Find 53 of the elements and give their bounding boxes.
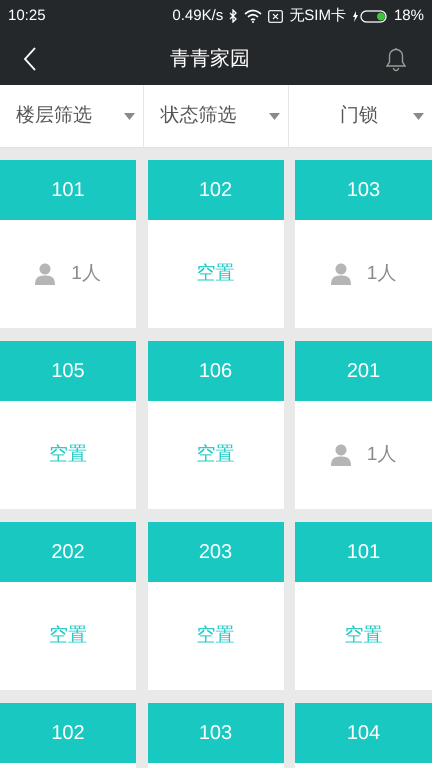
room-number: 103 xyxy=(198,721,232,746)
dropdown-caret-icon xyxy=(412,112,424,120)
occupant-count: 1人 xyxy=(71,262,101,286)
network-speed: 0.49K/s xyxy=(172,6,224,26)
no-sim-icon xyxy=(268,10,284,22)
dropdown-caret-icon xyxy=(124,112,136,120)
room-number: 102 xyxy=(198,178,232,203)
back-icon[interactable] xyxy=(24,46,36,70)
filter-dropdown[interactable]: 门锁 xyxy=(288,85,432,147)
room-card[interactable]: 203 空置 xyxy=(148,522,284,690)
room-number: 201 xyxy=(346,359,380,384)
carrier-label: 无SIM卡 xyxy=(289,6,346,26)
filter-dropdown[interactable]: 状态筛选 xyxy=(143,85,288,147)
vacant-status: 空置 xyxy=(49,624,87,648)
filter-dropdown[interactable]: 楼层筛选 xyxy=(0,85,144,147)
room-card[interactable]: 201 1人 xyxy=(295,341,432,509)
room-card[interactable]: 101 1人 xyxy=(0,160,136,328)
room-card[interactable]: 104 xyxy=(295,703,432,768)
bell-icon[interactable] xyxy=(384,46,408,72)
vacant-status: 空置 xyxy=(196,262,234,286)
room-card[interactable]: 102 空置 xyxy=(148,160,284,328)
vacant-status: 空置 xyxy=(196,442,234,467)
wifi-icon xyxy=(244,9,262,23)
page-title: 青青家园 xyxy=(170,46,250,72)
room-card[interactable]: 102 xyxy=(0,703,136,768)
room-card[interactable]: 103 xyxy=(148,703,284,768)
vacant-status: 空置 xyxy=(196,624,234,648)
vacant-status: 空置 xyxy=(344,624,382,648)
room-number: 101 xyxy=(346,540,380,565)
bluetooth-icon xyxy=(229,9,238,23)
room-card[interactable]: 103 1人 xyxy=(295,160,432,328)
room-number: 105 xyxy=(51,359,85,384)
room-number: 202 xyxy=(51,540,85,565)
room-number: 104 xyxy=(346,721,380,746)
room-number: 101 xyxy=(51,178,85,203)
occupant-count: 1人 xyxy=(366,262,396,286)
status-time: 10:25 xyxy=(8,6,46,26)
room-number: 203 xyxy=(198,540,232,565)
room-number: 106 xyxy=(198,359,232,384)
room-card[interactable]: 105 空置 xyxy=(0,341,136,509)
room-number: 102 xyxy=(51,721,85,746)
dropdown-caret-icon xyxy=(268,112,280,120)
battery-icon xyxy=(352,10,388,22)
person-icon xyxy=(35,263,56,285)
battery-level: 18% xyxy=(394,6,424,26)
room-card[interactable]: 106 空置 xyxy=(148,341,284,509)
occupant-count: 1人 xyxy=(366,442,396,467)
room-card[interactable]: 202 空置 xyxy=(0,522,136,690)
room-card[interactable]: 101 空置 xyxy=(295,522,432,690)
person-icon xyxy=(330,444,351,466)
vacant-status: 空置 xyxy=(49,442,87,467)
room-number: 103 xyxy=(346,178,380,203)
person-icon xyxy=(330,263,351,285)
